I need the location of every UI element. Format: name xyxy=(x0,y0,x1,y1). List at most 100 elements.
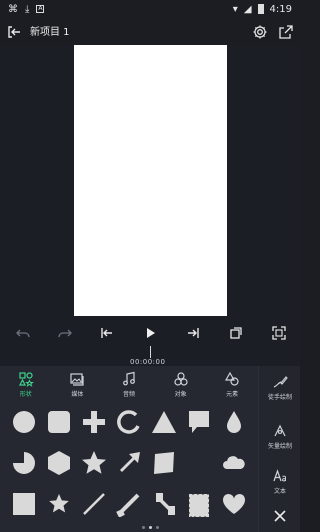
page-indicator xyxy=(120,526,180,530)
page-dot[interactable] xyxy=(141,526,145,529)
shape-drop[interactable] xyxy=(220,408,248,436)
project-canvas[interactable] xyxy=(74,45,227,316)
settings-button[interactable] xyxy=(250,22,270,42)
line-icon xyxy=(83,493,105,515)
freehand-draw-button[interactable]: 徒手绘制 xyxy=(259,374,301,401)
notification-icon: A xyxy=(36,5,45,13)
text-icon xyxy=(273,469,286,482)
shape-stamp[interactable] xyxy=(185,490,213,518)
freehand-icon xyxy=(273,376,288,388)
plus-icon xyxy=(83,411,105,433)
pie-icon xyxy=(13,452,35,474)
tab-shapes-label: 形状 xyxy=(19,390,32,398)
triangle-icon xyxy=(152,411,176,433)
skip-start-button[interactable] xyxy=(96,322,118,344)
shape-star[interactable] xyxy=(80,449,108,477)
square-icon xyxy=(13,493,35,515)
tab-elements[interactable]: 元素 xyxy=(206,366,258,402)
hexagon-icon xyxy=(48,451,70,475)
tab-objects[interactable]: 对象 xyxy=(155,366,207,402)
objects-icon xyxy=(173,371,188,386)
tab-elements-label: 元素 xyxy=(226,390,239,398)
playhead[interactable] xyxy=(150,346,151,358)
freehand-label: 徒手绘制 xyxy=(267,394,292,401)
asset-tabs: 形状 媒体 音频 对象 元素 xyxy=(0,366,258,402)
shape-rounded-square[interactable] xyxy=(45,408,73,436)
duplicate-button[interactable] xyxy=(225,322,247,344)
bone-icon xyxy=(156,493,175,515)
drawing-tools: 徒手绘制 矢量绘制 文本 xyxy=(258,366,300,532)
shape-speech-bubble[interactable] xyxy=(185,408,213,436)
project-title[interactable]: 新项目 1 xyxy=(30,23,70,38)
shape-cloud[interactable] xyxy=(220,449,248,477)
tab-audio[interactable]: 音频 xyxy=(103,366,155,402)
clock: 4:19 xyxy=(269,3,292,15)
vector-draw-icon xyxy=(274,424,286,437)
vector-draw-label: 矢量绘制 xyxy=(267,443,292,450)
exit-icon xyxy=(8,26,20,38)
speech-bubble-icon xyxy=(189,411,209,433)
shape-heart[interactable] xyxy=(220,490,248,518)
drop-icon xyxy=(227,411,241,433)
shape-scribble[interactable] xyxy=(115,490,143,518)
shape-arc[interactable] xyxy=(115,408,143,436)
shape-hexagon[interactable] xyxy=(45,449,73,477)
gear-icon xyxy=(253,25,267,39)
play-icon xyxy=(147,328,155,338)
shape-arrow[interactable] xyxy=(115,449,143,477)
close-icon xyxy=(274,510,286,522)
shape-skewed-square[interactable] xyxy=(150,449,178,477)
shape-crescent[interactable] xyxy=(185,449,213,477)
tab-media[interactable]: 媒体 xyxy=(52,366,104,402)
export-icon xyxy=(279,25,293,39)
shape-circle[interactable] xyxy=(10,408,38,436)
shape-plus[interactable] xyxy=(80,408,108,436)
arrow-icon xyxy=(120,452,140,472)
shape-triangle[interactable] xyxy=(150,408,178,436)
scribble-icon xyxy=(116,493,140,517)
text-label: 文本 xyxy=(273,488,286,495)
media-icon xyxy=(70,372,84,386)
undo-button[interactable] xyxy=(12,322,34,344)
stamp-icon xyxy=(189,494,209,517)
shape-pie[interactable] xyxy=(10,449,38,477)
export-button[interactable] xyxy=(276,22,296,42)
shape-bone[interactable] xyxy=(150,490,178,518)
star-small-icon xyxy=(49,494,69,513)
tab-audio-label: 音频 xyxy=(122,390,135,398)
wifi-icon: ▾ xyxy=(232,3,238,15)
skip-end-icon xyxy=(188,328,199,338)
fit-screen-button[interactable] xyxy=(268,322,290,344)
play-button[interactable] xyxy=(139,322,161,344)
shape-square[interactable] xyxy=(10,490,38,518)
page-dot[interactable] xyxy=(155,526,159,529)
elements-icon xyxy=(225,371,239,386)
duplicate-icon xyxy=(230,327,242,339)
vector-draw-button[interactable]: 矢量绘制 xyxy=(259,423,301,450)
redo-button[interactable] xyxy=(54,322,76,344)
page-dot-active[interactable] xyxy=(148,526,152,529)
battery-icon xyxy=(257,4,264,14)
app-notification-icon: ⌘ xyxy=(8,3,18,15)
redo-icon xyxy=(58,329,72,338)
signal-icon: ◢ xyxy=(243,3,252,15)
undo-icon xyxy=(16,329,30,338)
shape-line[interactable] xyxy=(80,490,108,518)
crescent-icon xyxy=(191,452,202,474)
heart-icon xyxy=(222,493,246,514)
timecode: 00:00:00 xyxy=(130,358,166,366)
close-panel-button[interactable] xyxy=(270,506,290,526)
skip-end-button[interactable] xyxy=(182,322,204,344)
tab-media-label: 媒体 xyxy=(71,390,84,398)
back-button[interactable] xyxy=(4,22,24,42)
star-icon xyxy=(82,451,106,474)
shape-star-small[interactable] xyxy=(45,490,73,518)
skewed-square-icon xyxy=(154,452,174,474)
shapes-icon xyxy=(18,371,34,387)
status-bar: ⌘ ⤓ A ▾ ◢ 4:19 xyxy=(0,0,300,18)
tab-shapes[interactable]: 形状 xyxy=(0,366,52,402)
top-bar: 新项目 1 xyxy=(0,18,300,46)
fit-screen-icon xyxy=(272,326,286,340)
text-button[interactable]: 文本 xyxy=(259,468,301,495)
circle-icon xyxy=(13,411,35,433)
